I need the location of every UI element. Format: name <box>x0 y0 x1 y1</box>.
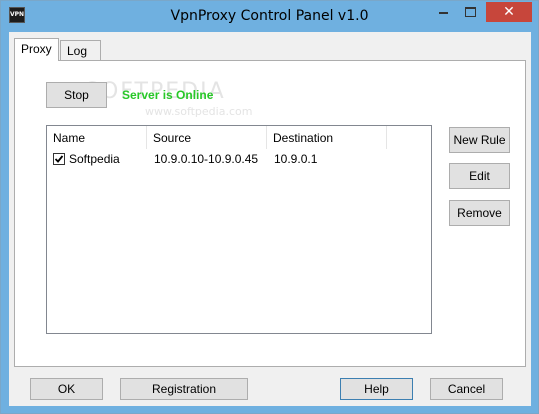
maximize-button[interactable] <box>457 2 484 22</box>
minimize-button[interactable] <box>430 2 457 22</box>
edit-button[interactable]: Edit <box>449 163 510 189</box>
column-header-destination[interactable]: Destination <box>267 126 387 149</box>
proxy-tab-panel: SOFTPEDIA www.softpedia.com Stop Server … <box>14 60 526 367</box>
cancel-button[interactable]: Cancel <box>430 378 503 400</box>
rules-list[interactable]: Name Source Destination Softpedia 10.9.0… <box>46 125 432 334</box>
client-area: Proxy Log SOFTPEDIA www.softpedia.com St… <box>9 32 531 406</box>
tab-log[interactable]: Log <box>60 40 101 60</box>
checkmark-icon <box>54 155 64 163</box>
rule-name-cell: Softpedia <box>69 152 120 166</box>
registration-button[interactable]: Registration <box>120 378 248 400</box>
ok-button[interactable]: OK <box>30 378 103 400</box>
column-header-source[interactable]: Source <box>147 126 267 149</box>
app-window: VPN VpnProxy Control Panel v1.0 ✕ Proxy … <box>0 0 539 414</box>
minimize-icon <box>439 12 448 14</box>
new-rule-button[interactable]: New Rule <box>449 127 510 153</box>
rule-destination-cell: 10.9.0.1 <box>274 152 318 166</box>
close-icon: ✕ <box>503 4 515 20</box>
server-status-text: Server is Online <box>122 88 214 102</box>
help-button[interactable]: Help <box>340 378 413 400</box>
remove-button[interactable]: Remove <box>449 200 510 226</box>
rule-row[interactable]: Softpedia 10.9.0.10-10.9.0.45 10.9.0.1 <box>47 150 431 168</box>
title-bar[interactable]: VPN VpnProxy Control Panel v1.0 ✕ <box>1 1 538 32</box>
stop-button[interactable]: Stop <box>46 82 107 108</box>
close-button[interactable]: ✕ <box>486 2 532 22</box>
column-header-name[interactable]: Name <box>47 126 147 149</box>
tab-proxy[interactable]: Proxy <box>14 38 59 61</box>
watermark-url: www.softpedia.com <box>145 105 253 118</box>
rule-enabled-checkbox[interactable] <box>53 153 65 165</box>
maximize-icon <box>465 7 476 17</box>
rule-source-cell: 10.9.0.10-10.9.0.45 <box>154 152 259 166</box>
rules-list-header: Name Source Destination <box>47 126 431 149</box>
